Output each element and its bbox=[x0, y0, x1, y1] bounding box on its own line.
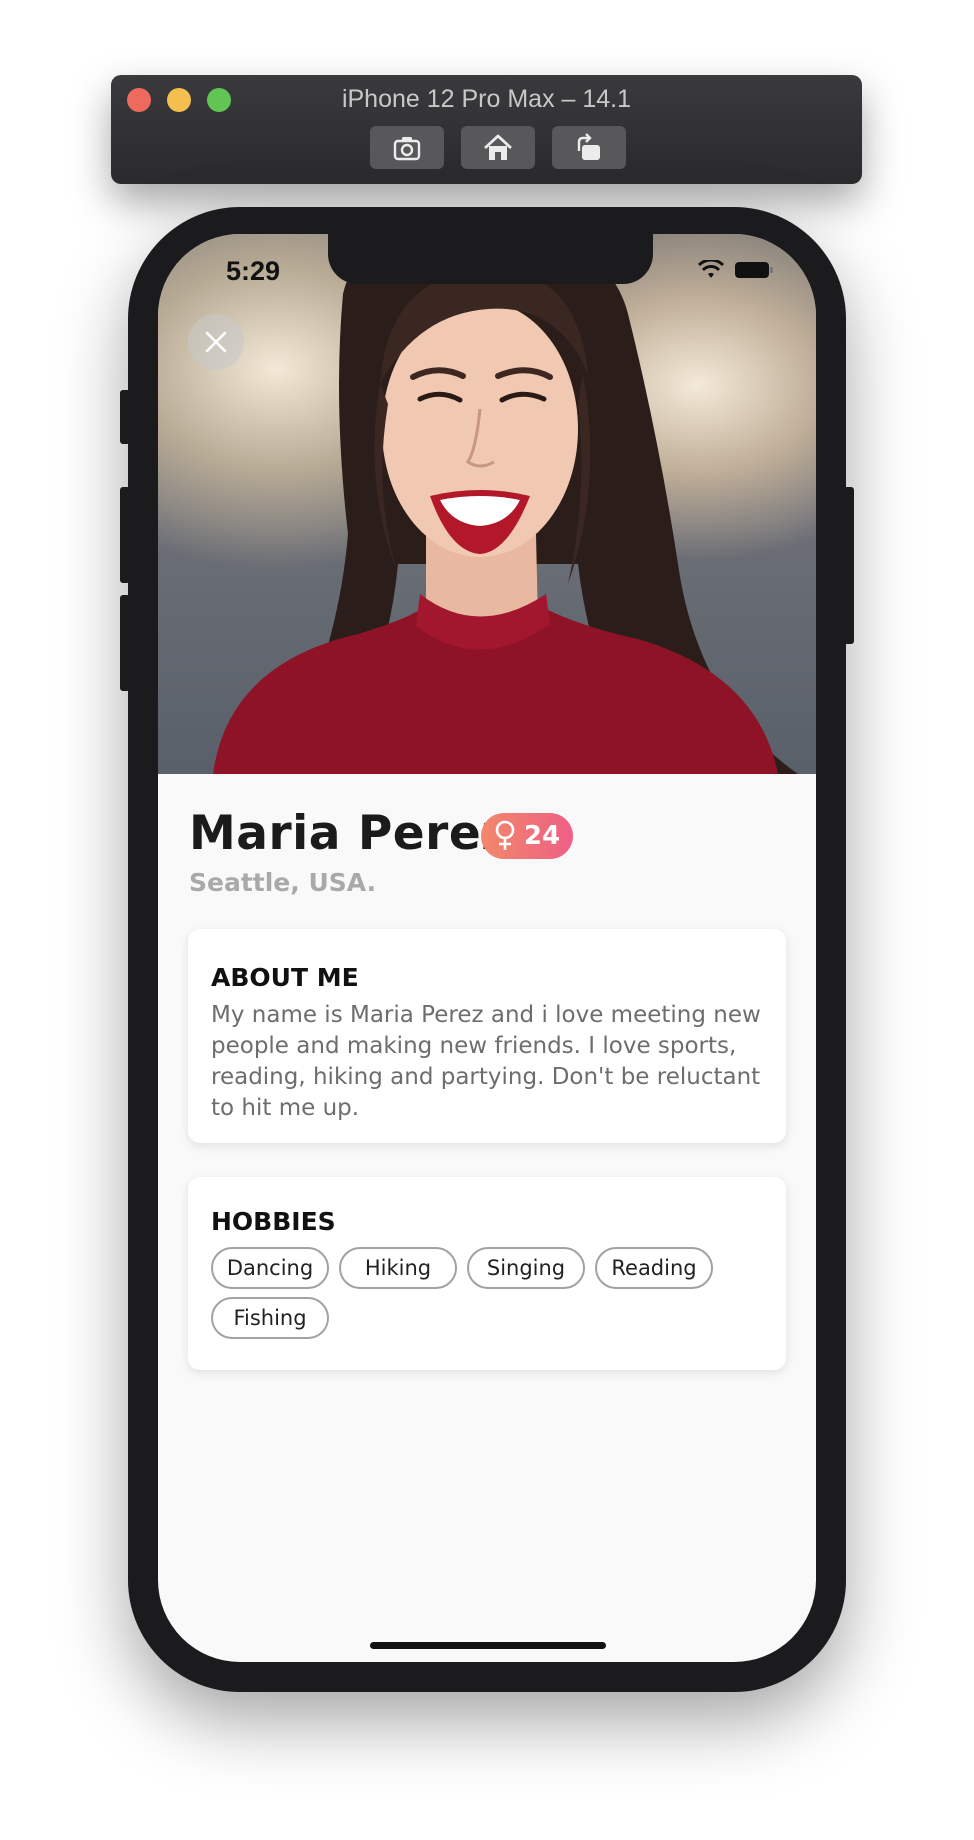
hobbies-card: HOBBIES Dancing Hiking Singing Reading F… bbox=[188, 1177, 786, 1370]
age-badge: 24 bbox=[481, 813, 573, 859]
simulator-title-bar: iPhone 12 Pro Max – 14.1 bbox=[111, 75, 862, 184]
hobby-chip[interactable]: Hiking bbox=[339, 1247, 457, 1289]
mute-switch bbox=[120, 390, 130, 444]
close-icon bbox=[205, 331, 227, 353]
battery-icon bbox=[735, 262, 773, 278]
age-value: 24 bbox=[523, 821, 561, 851]
female-icon bbox=[495, 820, 515, 850]
home-icon bbox=[484, 134, 512, 160]
notch bbox=[328, 234, 653, 284]
home-button[interactable] bbox=[461, 126, 535, 169]
hobby-chip-list: Dancing Hiking Singing Reading Fishing bbox=[211, 1247, 771, 1339]
status-icons bbox=[698, 260, 774, 280]
volume-down-button bbox=[120, 595, 130, 691]
close-profile-button[interactable] bbox=[188, 314, 244, 370]
home-indicator[interactable] bbox=[370, 1642, 606, 1649]
hobby-chip[interactable]: Dancing bbox=[211, 1247, 329, 1289]
profile-name: Maria Perez bbox=[189, 806, 510, 861]
hobby-chip[interactable]: Singing bbox=[467, 1247, 585, 1289]
hobbies-title: HOBBIES bbox=[211, 1207, 336, 1236]
screenshot-button[interactable] bbox=[370, 126, 444, 169]
profile-location: Seattle, USA. bbox=[189, 868, 377, 897]
simulator-title: iPhone 12 Pro Max – 14.1 bbox=[341, 85, 632, 113]
status-time: 5:29 bbox=[226, 256, 281, 286]
hobby-chip[interactable]: Fishing bbox=[211, 1297, 329, 1339]
about-card: ABOUT ME My name is Maria Perez and i lo… bbox=[188, 929, 786, 1143]
profile-photo bbox=[158, 234, 816, 774]
about-title: ABOUT ME bbox=[211, 963, 359, 992]
portrait-illustration bbox=[213, 234, 798, 774]
screenshot-icon bbox=[393, 136, 421, 160]
rotate-button[interactable] bbox=[552, 126, 626, 169]
hobby-chip[interactable]: Reading bbox=[595, 1247, 713, 1289]
volume-up-button bbox=[120, 487, 130, 583]
phone-screen: 5:29 Maria Perez 24 Seattle, USA. ABOUT … bbox=[158, 234, 816, 1662]
rotate-icon bbox=[577, 132, 600, 160]
power-button bbox=[844, 487, 854, 644]
about-text: My name is Maria Perez and i love meetin… bbox=[211, 1002, 761, 1121]
wifi-icon bbox=[698, 260, 724, 278]
